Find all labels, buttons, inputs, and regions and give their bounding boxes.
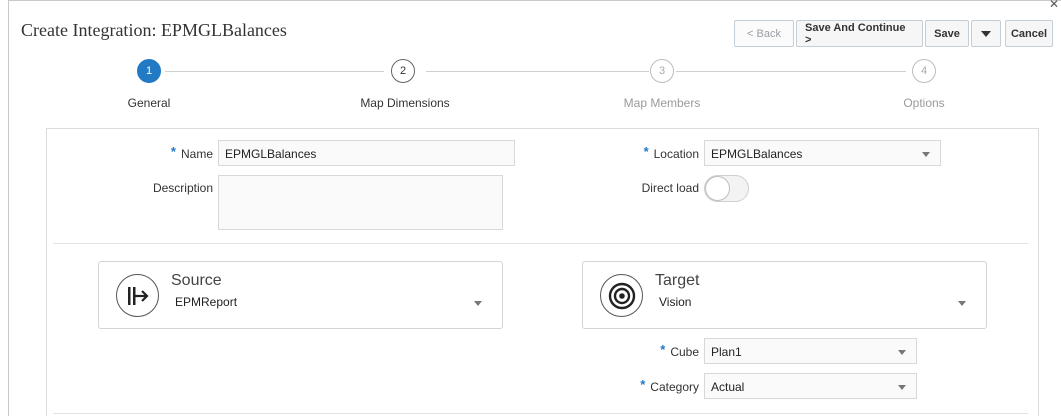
dialog-frame: ✕ Create Integration: EPMGLBalances < Ba…: [8, 0, 1061, 416]
train-label-options: Options: [903, 96, 945, 110]
category-label: * Category: [640, 377, 699, 394]
train-label-map-dimensions[interactable]: Map Dimensions: [360, 96, 449, 110]
train-label-map-members: Map Members: [623, 96, 701, 110]
target-icon: [600, 274, 643, 317]
section-divider: [53, 413, 1028, 414]
toggle-knob: [705, 176, 730, 201]
category-value: Actual: [711, 380, 745, 394]
train-stop-map-dimensions[interactable]: 2: [391, 59, 415, 83]
description-input[interactable]: [218, 175, 503, 230]
save-options-dropdown-button[interactable]: [971, 20, 1001, 47]
save-button[interactable]: Save: [925, 20, 969, 47]
close-icon[interactable]: ✕: [1049, 0, 1059, 10]
page-title: Create Integration: EPMGLBalances: [21, 20, 287, 40]
chevron-down-icon: [474, 301, 482, 306]
back-button[interactable]: < Back: [734, 20, 794, 47]
chevron-down-icon: [898, 350, 906, 355]
train-stop-general[interactable]: 1: [137, 59, 161, 83]
name-input[interactable]: EPMGLBalances: [218, 140, 515, 166]
direct-load-toggle[interactable]: [704, 175, 749, 202]
target-value: Vision: [659, 295, 692, 309]
required-marker: *: [170, 144, 176, 159]
train-connector: [676, 71, 906, 72]
required-marker: *: [643, 144, 649, 159]
save-and-continue-button[interactable]: Save And Continue >: [796, 20, 923, 47]
general-form-panel: * Name EPMGLBalances Description * Locatio…: [46, 128, 1039, 416]
category-select[interactable]: Actual: [704, 373, 917, 399]
chevron-down-icon: [898, 385, 906, 390]
source-icon: [116, 274, 159, 317]
location-select[interactable]: EPMGLBalances: [704, 140, 941, 166]
train-connector: [165, 71, 384, 72]
cancel-button[interactable]: Cancel: [1005, 20, 1053, 47]
location-label: * Location: [643, 144, 699, 161]
cube-select[interactable]: Plan1: [704, 338, 917, 364]
target-title: Target: [655, 272, 700, 289]
train-connector: [426, 71, 649, 72]
train-stops: 1 2 3 4 General Map Dimensions Map Membe…: [9, 59, 1061, 115]
direct-load-label: Direct load: [641, 181, 699, 195]
target-card[interactable]: Target Vision: [582, 261, 987, 329]
name-label: * Name: [170, 144, 213, 161]
location-value: EPMGLBalances: [711, 147, 803, 161]
chevron-down-icon: [958, 301, 966, 306]
section-divider: [53, 243, 1028, 244]
cube-label: * Cube: [660, 342, 699, 359]
toolbar: < Back Save And Continue > Save Cancel: [734, 20, 1053, 47]
source-title: Source: [171, 272, 222, 289]
train-label-general[interactable]: General: [128, 96, 171, 110]
required-marker: *: [660, 342, 666, 357]
train-stop-options: 4: [912, 59, 936, 83]
source-value: EPMReport: [175, 295, 238, 309]
chevron-down-icon: [981, 30, 991, 37]
train-stop-map-members: 3: [650, 59, 674, 83]
source-card[interactable]: Source EPMReport: [98, 261, 503, 329]
cube-value: Plan1: [711, 345, 742, 359]
description-label: Description: [152, 181, 213, 195]
required-marker: *: [640, 377, 646, 392]
chevron-down-icon: [922, 152, 930, 157]
